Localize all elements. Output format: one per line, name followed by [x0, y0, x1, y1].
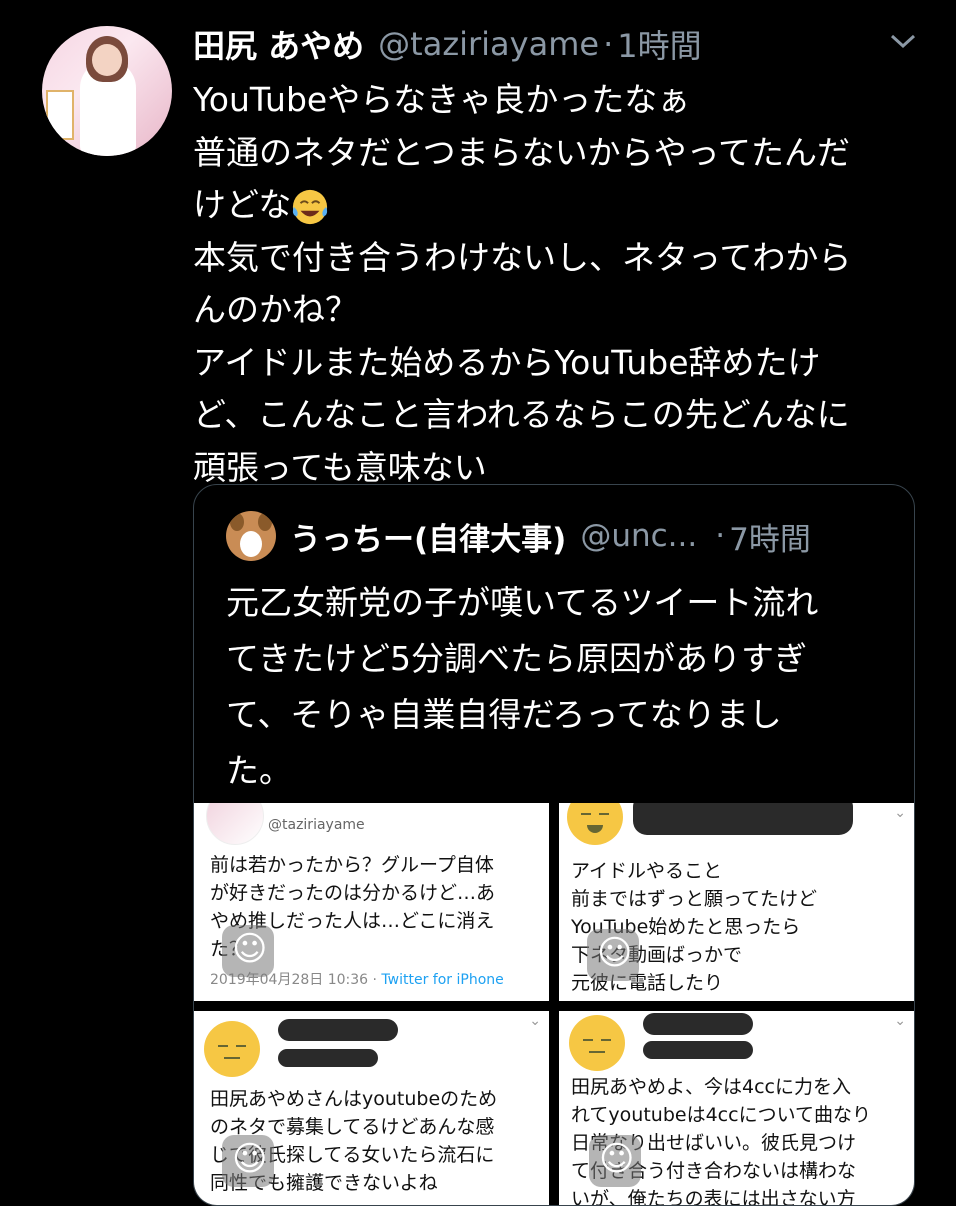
screenshot-line: が好きだったのは分かるけど…あ — [210, 882, 496, 904]
screenshot-line: 田尻あやめさんはyoutubeのため — [210, 1088, 498, 1110]
tweet-header: 田尻 あやめ @taziriayame · 1時間 — [193, 20, 916, 68]
media-image-3[interactable]: ⌄ 田尻あやめさんはyoutubeのため のネタで募集してるけどあんな感 じで彼… — [194, 1011, 549, 1205]
quoted-line: 元乙女新党の子が嘆いてるツイート流れ — [226, 583, 819, 622]
quoted-tweet-text: 元乙女新党の子が嘆いてるツイート流れ てきたけど5分調べたら原因がありすぎ て、… — [226, 575, 906, 799]
quoted-tweet-timestamp: 7時間 — [729, 521, 811, 558]
avatar-dog-ear — [230, 513, 244, 531]
screenshot-line: いが、俺たちの表には出さない方 — [571, 1188, 856, 1205]
media-image-2[interactable]: ⌄ アイドルやること 前まではずっと願ってたけど YouTube始めたと思ったら… — [559, 803, 914, 1001]
chevron-down-icon[interactable] — [888, 26, 918, 56]
avatar-eye — [583, 1039, 593, 1041]
avatar-eye — [236, 1045, 246, 1047]
chevron-down-icon: ⌄ — [894, 1013, 906, 1029]
separator-dot: · — [603, 25, 614, 63]
tweet-line-text: けどな — [193, 185, 292, 224]
quoted-tweet-card[interactable]: うっちー(自律大事) @unc... · 7時間 元乙女新党の子が嘆いてるツイー… — [193, 484, 915, 1206]
avatar-mouth — [587, 825, 603, 833]
emoji-avatar — [569, 1015, 625, 1071]
redacted-handle — [278, 1049, 378, 1067]
author-avatar[interactable] — [42, 26, 172, 156]
avatar-mouth — [589, 1051, 605, 1053]
redacted-handle — [643, 1041, 753, 1059]
media-grid: @taziriayame 前は若かったから？グループ自体 が好きだったのは分かる… — [194, 803, 914, 1205]
quoted-author-handle: @unc... — [580, 518, 698, 554]
quoted-author-name: うっちー(自律大事) — [290, 521, 567, 558]
screenshot-line: アイドルやること — [571, 860, 723, 882]
separator-dot: · — [715, 518, 726, 554]
smiley-icon — [222, 925, 274, 977]
avatar-dog-ear — [258, 513, 272, 531]
tweet-text: YouTubeやらなきゃ良かったなぁ 普通のネタだとつまらないからやってたんだ … — [193, 74, 923, 494]
screenshot-handle: @taziriayame — [268, 817, 365, 833]
emoji-avatar — [567, 803, 623, 845]
redacted-name — [278, 1019, 398, 1041]
smiley-icon — [589, 1135, 641, 1187]
media-image-1[interactable]: @taziriayame 前は若かったから？グループ自体 が好きだったのは分かる… — [194, 803, 549, 1001]
redacted-name — [643, 1013, 753, 1035]
quoted-author-avatar[interactable] — [226, 511, 276, 561]
tweet-line: けどな — [193, 179, 923, 232]
quoted-tweet-header: うっちー(自律大事) @unc... · 7時間 — [290, 511, 811, 561]
screenshot-line: 前まではずっと願ってたけど — [571, 888, 818, 910]
face-with-tears-of-joy-icon — [293, 189, 328, 224]
tweet-line: アイドルまた始めるからYouTube辞めたけ — [193, 342, 821, 382]
avatar-background-sign — [46, 90, 74, 140]
quoted-line: てきたけど5分調べたら原因がありすぎ — [226, 639, 808, 678]
author-name[interactable]: 田尻 あやめ — [193, 21, 364, 67]
avatar-eye — [581, 813, 591, 815]
avatar-eye — [599, 813, 609, 815]
separator-dot: · — [372, 972, 377, 988]
smiley-icon — [587, 929, 639, 981]
media-image-4[interactable]: ⌄ 田尻あやめよ、今は4ccに力を入 れてyoutubeは4ccについて曲なり … — [559, 1011, 914, 1205]
tweet-line: YouTubeやらなきゃ良かったなぁ — [193, 80, 691, 119]
avatar-eye — [601, 1039, 611, 1041]
tweet-line: ど、こんなこと言われるならこの先どんなに — [193, 395, 850, 434]
tweet-line: んのかね？ — [193, 290, 358, 329]
emoji-avatar — [204, 1021, 260, 1077]
screenshot-line: れてyoutubeは4ccについて曲なり — [571, 1104, 871, 1126]
author-handle[interactable]: @taziriayame — [378, 25, 599, 63]
avatar-dog-muzzle — [240, 531, 262, 557]
quoted-line: て、そりゃ自業自得だろってなりまし — [226, 695, 782, 734]
tweet-line: 普通のネタだとつまらないからやってたんだ — [193, 132, 851, 172]
screenshot-line: 前は若かったから？グループ自体 — [210, 854, 494, 876]
tweet-line: 本気で付き合うわけないし、ネタってわから — [193, 237, 852, 277]
screenshot-line: 田尻あやめよ、今は4ccに力を入 — [571, 1076, 851, 1098]
screenshot-avatar — [206, 803, 264, 845]
quoted-line: た。 — [226, 751, 292, 790]
screenshot-source: Twitter for iPhone — [381, 972, 504, 988]
redacted-name — [633, 803, 853, 835]
chevron-down-icon: ⌄ — [529, 1013, 541, 1029]
avatar-eye — [218, 1045, 228, 1047]
avatar-mouth — [224, 1057, 240, 1059]
tweet-timestamp[interactable]: 1時間 — [617, 21, 701, 67]
chevron-down-icon: ⌄ — [894, 805, 906, 821]
smiley-icon — [222, 1135, 274, 1187]
avatar-face — [92, 44, 122, 76]
